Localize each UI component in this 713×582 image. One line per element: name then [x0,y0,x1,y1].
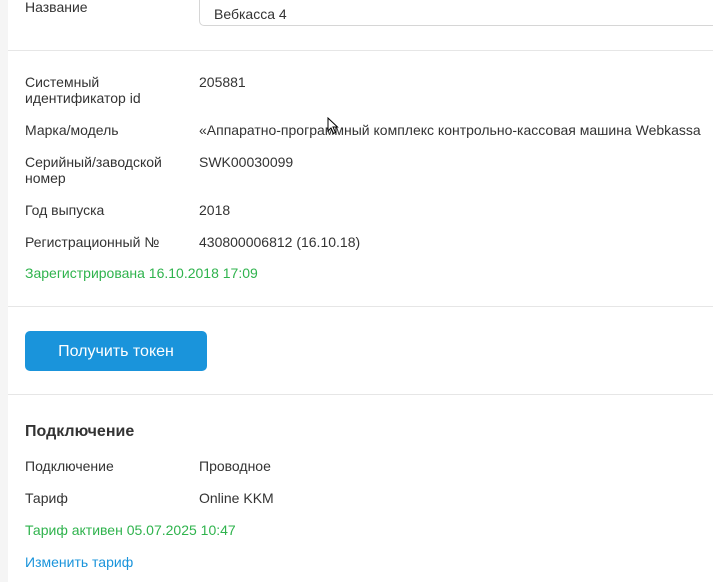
get-token-button[interactable]: Получить токен [25,331,207,371]
year-label: Год выпуска [25,202,105,218]
serial-number-value: SWK00030099 [199,154,294,170]
connection-type-label: Подключение [25,458,114,474]
system-id-value: 205881 [199,74,246,90]
registration-status: Зарегистрирована 16.10.2018 17:09 [25,265,258,281]
registration-number-label: Регистрационный № [25,234,160,250]
model-value: «Аппаратно-программный комплекс контроль… [199,122,701,138]
tariff-label: Тариф [25,490,68,506]
tariff-status: Тариф активен 05.07.2025 10:47 [25,522,236,538]
name-label: Название [25,0,88,15]
year-value: 2018 [199,202,231,218]
device-settings-panel: Название Вебкасса 4 Системный идентифика… [8,0,713,582]
system-id-label: Системный идентификатор id [25,74,141,106]
serial-number-label: Серийный/заводской номер [25,154,162,186]
tariff-value: Online KKM [199,490,274,506]
name-input[interactable]: Вебкасса 4 [199,0,713,26]
divider [8,50,713,51]
connection-type-value: Проводное [199,458,271,474]
mouse-cursor-icon [327,117,339,135]
divider [8,306,713,307]
connection-section-title: Подключение [25,423,135,440]
divider [8,394,713,395]
registration-number-value: 430800006812 (16.10.18) [199,234,361,250]
model-label: Марка/модель [25,122,119,138]
change-tariff-link[interactable]: Изменить тариф [25,554,133,570]
